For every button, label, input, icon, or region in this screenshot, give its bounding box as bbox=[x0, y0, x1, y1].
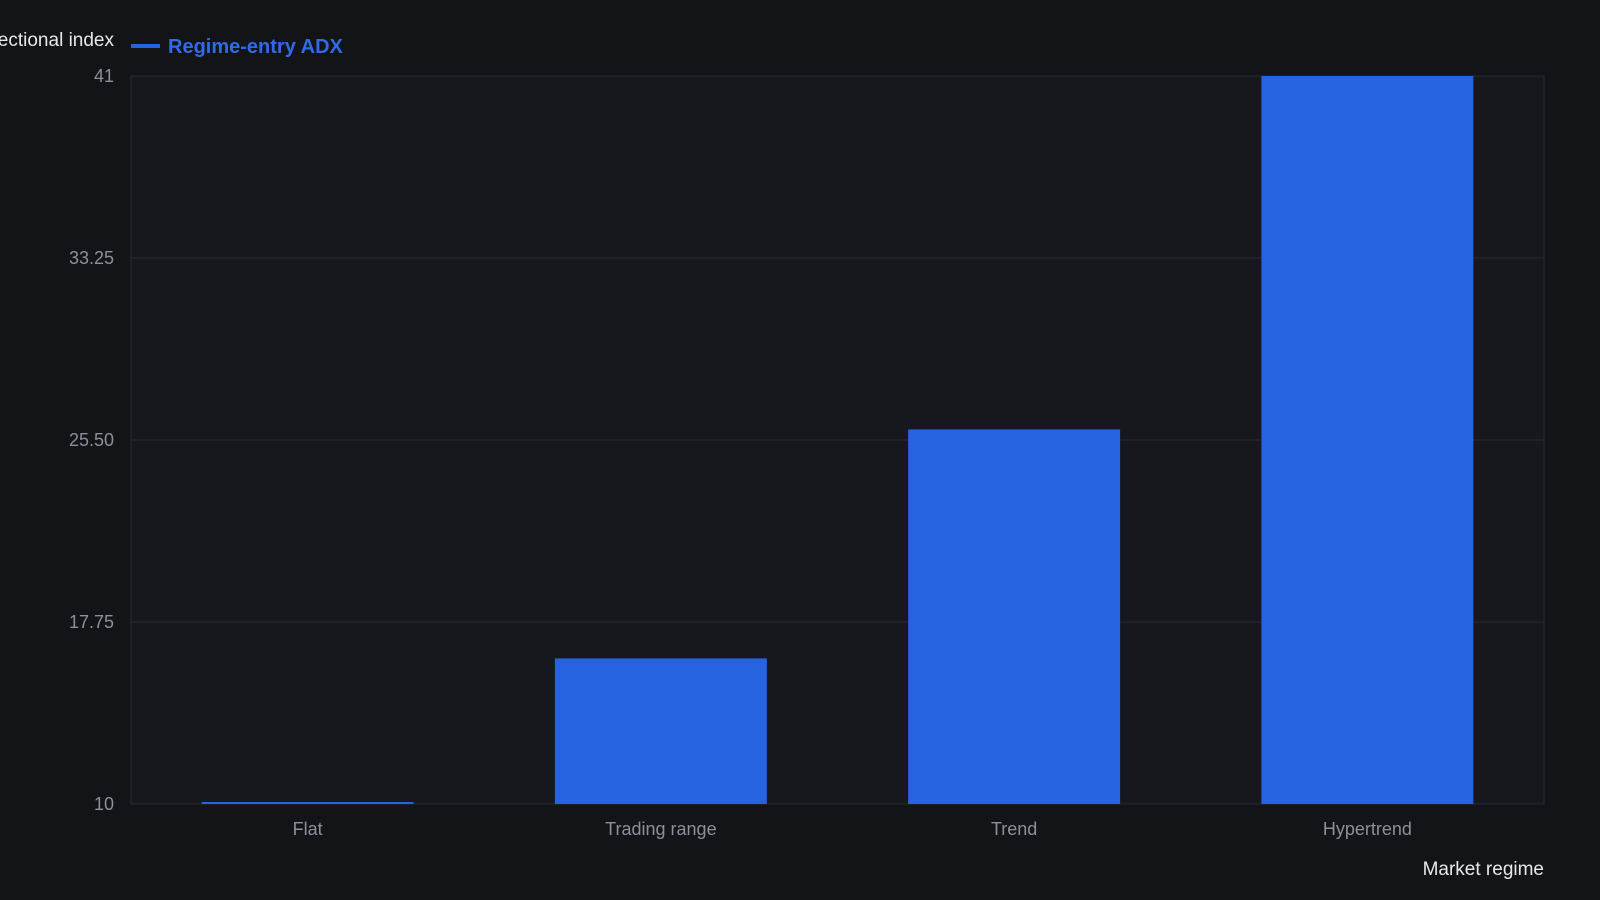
x-axis-ticks: Flat Trading range Trend Hypertrend bbox=[293, 819, 1412, 839]
x-tick-label: Trading range bbox=[605, 819, 716, 839]
bar[interactable] bbox=[1261, 76, 1474, 804]
bar[interactable] bbox=[554, 658, 767, 804]
x-tick-label: Hypertrend bbox=[1323, 819, 1412, 839]
bar[interactable] bbox=[201, 802, 414, 804]
y-tick-label: 25.50 bbox=[69, 430, 114, 450]
x-tick-label: Flat bbox=[293, 819, 323, 839]
y-axis-title: Average directional index bbox=[0, 30, 114, 51]
legend-label[interactable]: Regime-entry ADX bbox=[168, 36, 344, 58]
y-tick-label: 10 bbox=[94, 794, 114, 814]
bar[interactable] bbox=[908, 429, 1121, 804]
y-tick-label: 41 bbox=[94, 66, 114, 86]
bar-chart: 10 17.75 25.50 33.25 41 Flat Trading range Tre… bbox=[0, 30, 1545, 880]
x-axis-title: Market regime bbox=[1423, 859, 1544, 880]
y-tick-label: 33.25 bbox=[69, 248, 114, 268]
y-axis-ticks: 10 17.75 25.50 33.25 41 bbox=[69, 66, 114, 814]
y-tick-label: 17.75 bbox=[69, 612, 114, 632]
chart-root: 10 17.75 25.50 33.25 41 Flat Trading range Tre… bbox=[0, 0, 1600, 900]
x-tick-label: Trend bbox=[991, 819, 1037, 839]
